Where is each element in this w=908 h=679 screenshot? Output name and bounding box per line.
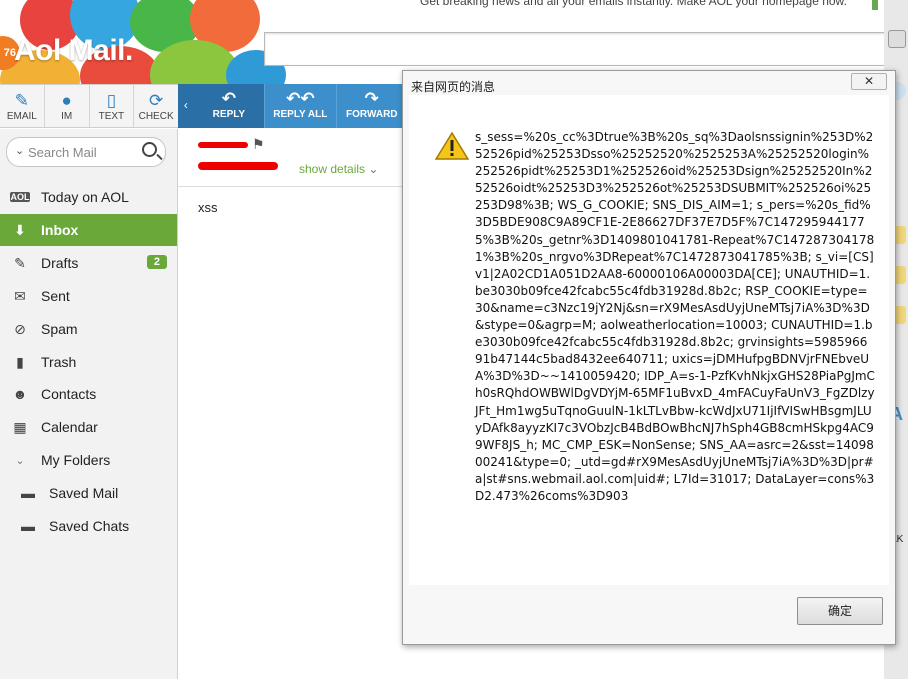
flag-icon[interactable]: ⚑ [252, 136, 265, 153]
folder-icon: ▬ [21, 485, 35, 501]
sidebar: ⌄ Search Mail AOL Today on AOL ⬇ Inbox ✎… [0, 129, 178, 679]
sidebar-item-label: Saved Chats [49, 518, 130, 534]
im-label: IM [61, 111, 73, 122]
reply-all-button[interactable]: ↶↶ REPLY ALL [265, 84, 337, 128]
top-search-input[interactable] [264, 32, 908, 66]
sidebar-item-calendar[interactable]: ▦ Calendar [0, 411, 177, 443]
show-details-label: show details [299, 162, 366, 176]
sidebar-item-sent[interactable]: ✉ Sent [0, 280, 177, 312]
sidebar-item-label: Sent [41, 288, 70, 304]
back-arrow-icon[interactable]: ‹ [178, 84, 194, 128]
app-icon[interactable] [888, 30, 906, 48]
check-button[interactable]: ⟳ CHECK [134, 85, 178, 127]
close-button[interactable]: ✕ [851, 73, 887, 90]
sidebar-item-label: Trash [41, 354, 77, 370]
redacted-recipient [198, 162, 278, 170]
message-toolbar: ‹ ↶ REPLY ↶↶ REPLY ALL ↷ FORWARD [178, 84, 409, 128]
promo-accent [872, 0, 878, 10]
sidebar-item-saved-chats[interactable]: ▬ Saved Chats [0, 510, 177, 542]
email-button[interactable]: ✎ EMAIL [0, 85, 45, 127]
alert-dialog: 来自网页的消息 ✕ s_sess=%20s_cc%3Dtrue%3B%20s_s… [402, 70, 896, 645]
email-label: EMAIL [6, 111, 37, 122]
search-mail-input[interactable]: ⌄ Search Mail [6, 137, 166, 167]
chevron-down-icon[interactable]: ⌄ [15, 144, 24, 157]
chevron-down-icon: ⌄ [15, 454, 25, 467]
search-icon[interactable] [142, 142, 157, 157]
trash-icon: ▮ [16, 353, 24, 370]
show-details-link[interactable]: show details ⌄ [299, 162, 378, 176]
chevron-down-icon: ⌄ [368, 162, 379, 176]
aol-icon: AOL [10, 192, 30, 202]
warning-icon [435, 131, 469, 160]
contacts-icon: ☻ [12, 386, 28, 402]
sidebar-item-drafts[interactable]: ✎ Drafts 2 [0, 247, 177, 279]
folder-icon: ▬ [21, 518, 35, 534]
text-button[interactable]: ▯ TEXT [90, 85, 135, 127]
drafts-icon: ✎ [14, 254, 26, 271]
compose-icon: ✎ [14, 91, 29, 110]
sidebar-item-spam[interactable]: ⊘ Spam [0, 313, 177, 345]
compose-toolbar: ✎ EMAIL ● IM ▯ TEXT ⟳ CHECK [0, 84, 178, 128]
sidebar-item-label: Spam [41, 321, 78, 337]
calendar-icon: ▦ [13, 418, 27, 435]
spam-icon: ⊘ [14, 320, 26, 337]
sidebar-item-label: Drafts [41, 255, 79, 271]
forward-icon: ↷ [364, 89, 379, 108]
dialog-message: s_sess=%20s_cc%3Dtrue%3B%20s_sq%3Daolsns… [475, 130, 875, 503]
reply-icon: ↶ [221, 89, 236, 108]
reply-label: REPLY [212, 109, 246, 120]
promo-text[interactable]: Get breaking news and all your emails in… [420, 0, 847, 8]
sidebar-item-label: Calendar [41, 419, 98, 435]
aol-mail-logo[interactable]: Aol Mail. [14, 34, 133, 68]
sidebar-item-label: My Folders [41, 452, 111, 468]
sidebar-item-saved-mail[interactable]: ▬ Saved Mail [0, 477, 177, 509]
sidebar-item-label: Contacts [41, 386, 97, 402]
chat-bubble-icon: ● [61, 91, 72, 110]
sidebar-item-trash[interactable]: ▮ Trash [0, 346, 177, 378]
sent-icon: ✉ [14, 287, 26, 304]
reply-button[interactable]: ↶ REPLY [193, 84, 266, 128]
check-label: CHECK [138, 111, 174, 122]
message-pane: ⚑ show details ⌄ xss [178, 128, 408, 679]
ok-button[interactable]: 确定 [797, 597, 883, 625]
sidebar-item-today-on-aol[interactable]: AOL Today on AOL [0, 181, 177, 213]
reply-all-label: REPLY ALL [273, 109, 328, 120]
sidebar-item-contacts[interactable]: ☻ Contacts [0, 378, 177, 410]
forward-button[interactable]: ↷ FORWARD [337, 84, 409, 128]
sidebar-item-my-folders[interactable]: ⌄ My Folders [0, 444, 177, 476]
message-body: xss [198, 200, 218, 215]
refresh-icon: ⟳ [149, 91, 164, 110]
dialog-content-panel: s_sess=%20s_cc%3Dtrue%3B%20s_sq%3Daolsns… [409, 95, 889, 585]
dialog-title: 来自网页的消息 [411, 80, 496, 94]
inbox-icon: ⬇ [14, 221, 26, 238]
phone-icon: ▯ [106, 91, 117, 110]
drafts-count-badge: 2 [146, 255, 167, 269]
search-placeholder: Search Mail [28, 145, 97, 160]
sidebar-item-label: Inbox [41, 222, 79, 238]
text-label: TEXT [98, 111, 125, 122]
im-button[interactable]: ● IM [45, 85, 90, 127]
forward-label: FORWARD [346, 109, 398, 120]
redacted-sender [198, 142, 248, 148]
sidebar-item-label: Saved Mail [49, 485, 119, 501]
reply-all-icon: ↶↶ [286, 89, 315, 108]
divider [178, 186, 408, 187]
sidebar-item-inbox[interactable]: ⬇ Inbox [0, 214, 177, 246]
sidebar-item-label: Today on AOL [41, 189, 129, 205]
